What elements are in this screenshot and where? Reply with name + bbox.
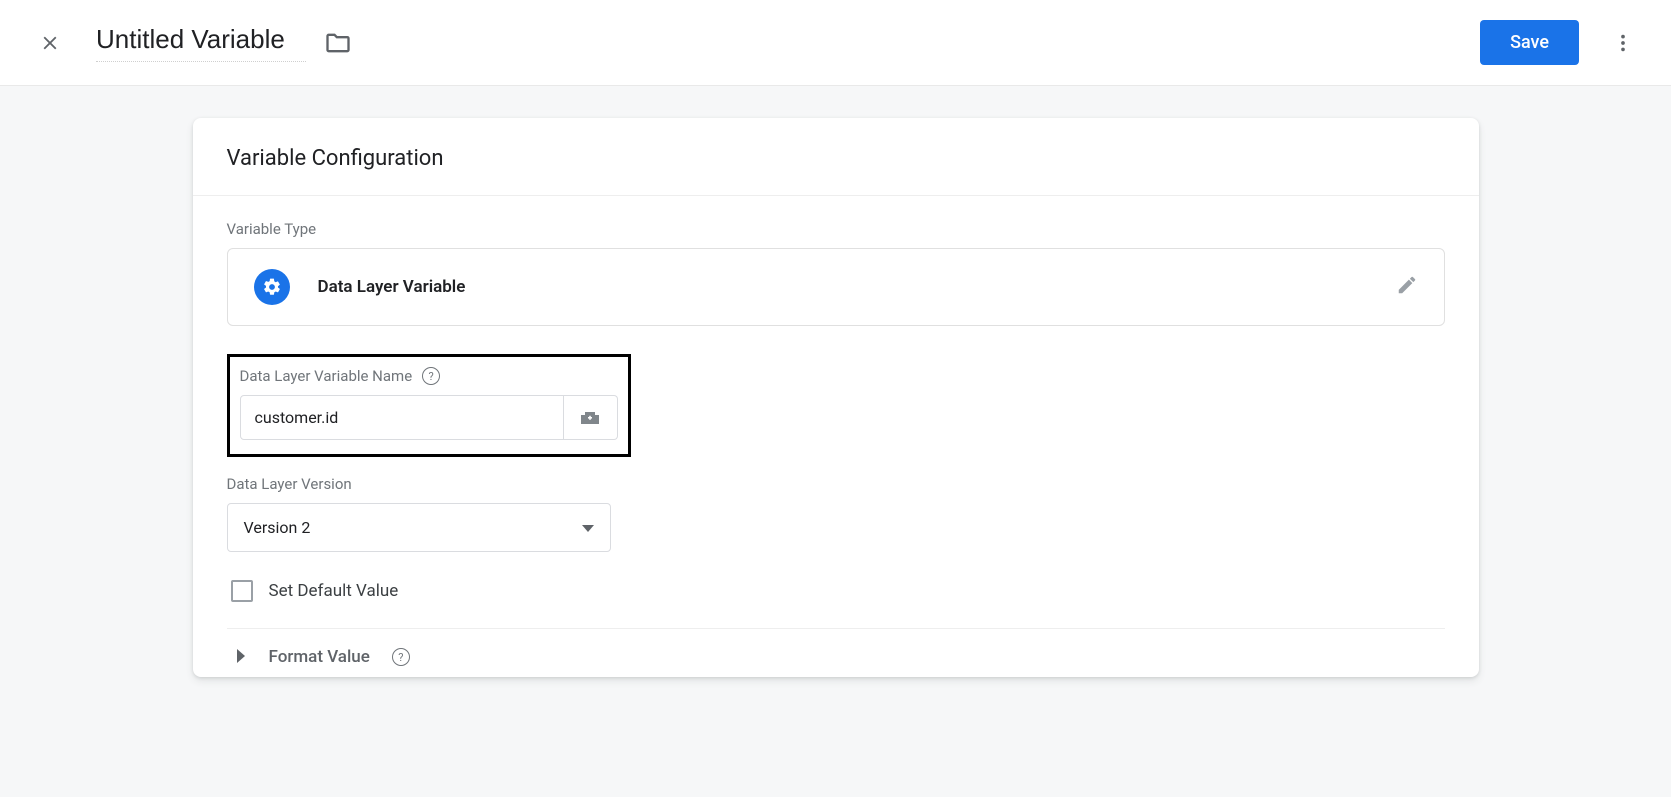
variable-type-label: Variable Type (227, 220, 1445, 238)
variable-picker-button[interactable] (564, 395, 618, 440)
variable-type-selector[interactable]: Data Layer Variable (227, 248, 1445, 326)
card-title: Variable Configuration (193, 118, 1479, 196)
set-default-checkbox[interactable] (231, 580, 253, 602)
chevron-right-icon (237, 648, 247, 667)
format-value-expander[interactable]: Format Value ? (227, 647, 1445, 667)
folder-button[interactable] (324, 29, 352, 57)
pencil-icon (1396, 274, 1418, 296)
config-card: Variable Configuration Variable Type Dat… (193, 118, 1479, 677)
help-icon[interactable]: ? (422, 367, 440, 385)
divider (227, 628, 1445, 629)
edit-type-button[interactable] (1396, 274, 1418, 300)
dl-var-name-input[interactable] (240, 395, 564, 440)
variable-type-name: Data Layer Variable (318, 277, 466, 297)
dl-var-name-label: Data Layer Variable Name ? (240, 367, 618, 385)
more-vert-icon (1612, 32, 1634, 54)
annotation-highlight: Data Layer Variable Name ? (227, 354, 631, 457)
set-default-label: Set Default Value (269, 581, 399, 601)
close-icon (39, 32, 61, 54)
format-value-label: Format Value (269, 647, 370, 667)
modal-body: Variable Configuration Variable Type Dat… (0, 86, 1671, 797)
dropdown-icon (582, 518, 594, 537)
set-default-checkbox-row[interactable]: Set Default Value (227, 580, 1445, 602)
variable-title-input[interactable] (96, 24, 306, 62)
help-icon[interactable]: ? (392, 648, 410, 666)
brick-plus-icon (577, 408, 603, 428)
gear-icon (262, 277, 282, 297)
dl-version-select[interactable]: Version 2 (227, 503, 611, 552)
variable-type-icon-wrapper (254, 269, 290, 305)
save-button[interactable]: Save (1480, 20, 1579, 65)
dl-var-name-label-text: Data Layer Variable Name (240, 367, 413, 385)
folder-icon (324, 29, 352, 57)
close-button[interactable] (36, 29, 64, 57)
modal-header: Save (0, 0, 1671, 86)
overflow-menu-button[interactable] (1603, 23, 1643, 63)
dl-version-label: Data Layer Version (227, 475, 1445, 493)
dl-version-value: Version 2 (244, 518, 311, 537)
